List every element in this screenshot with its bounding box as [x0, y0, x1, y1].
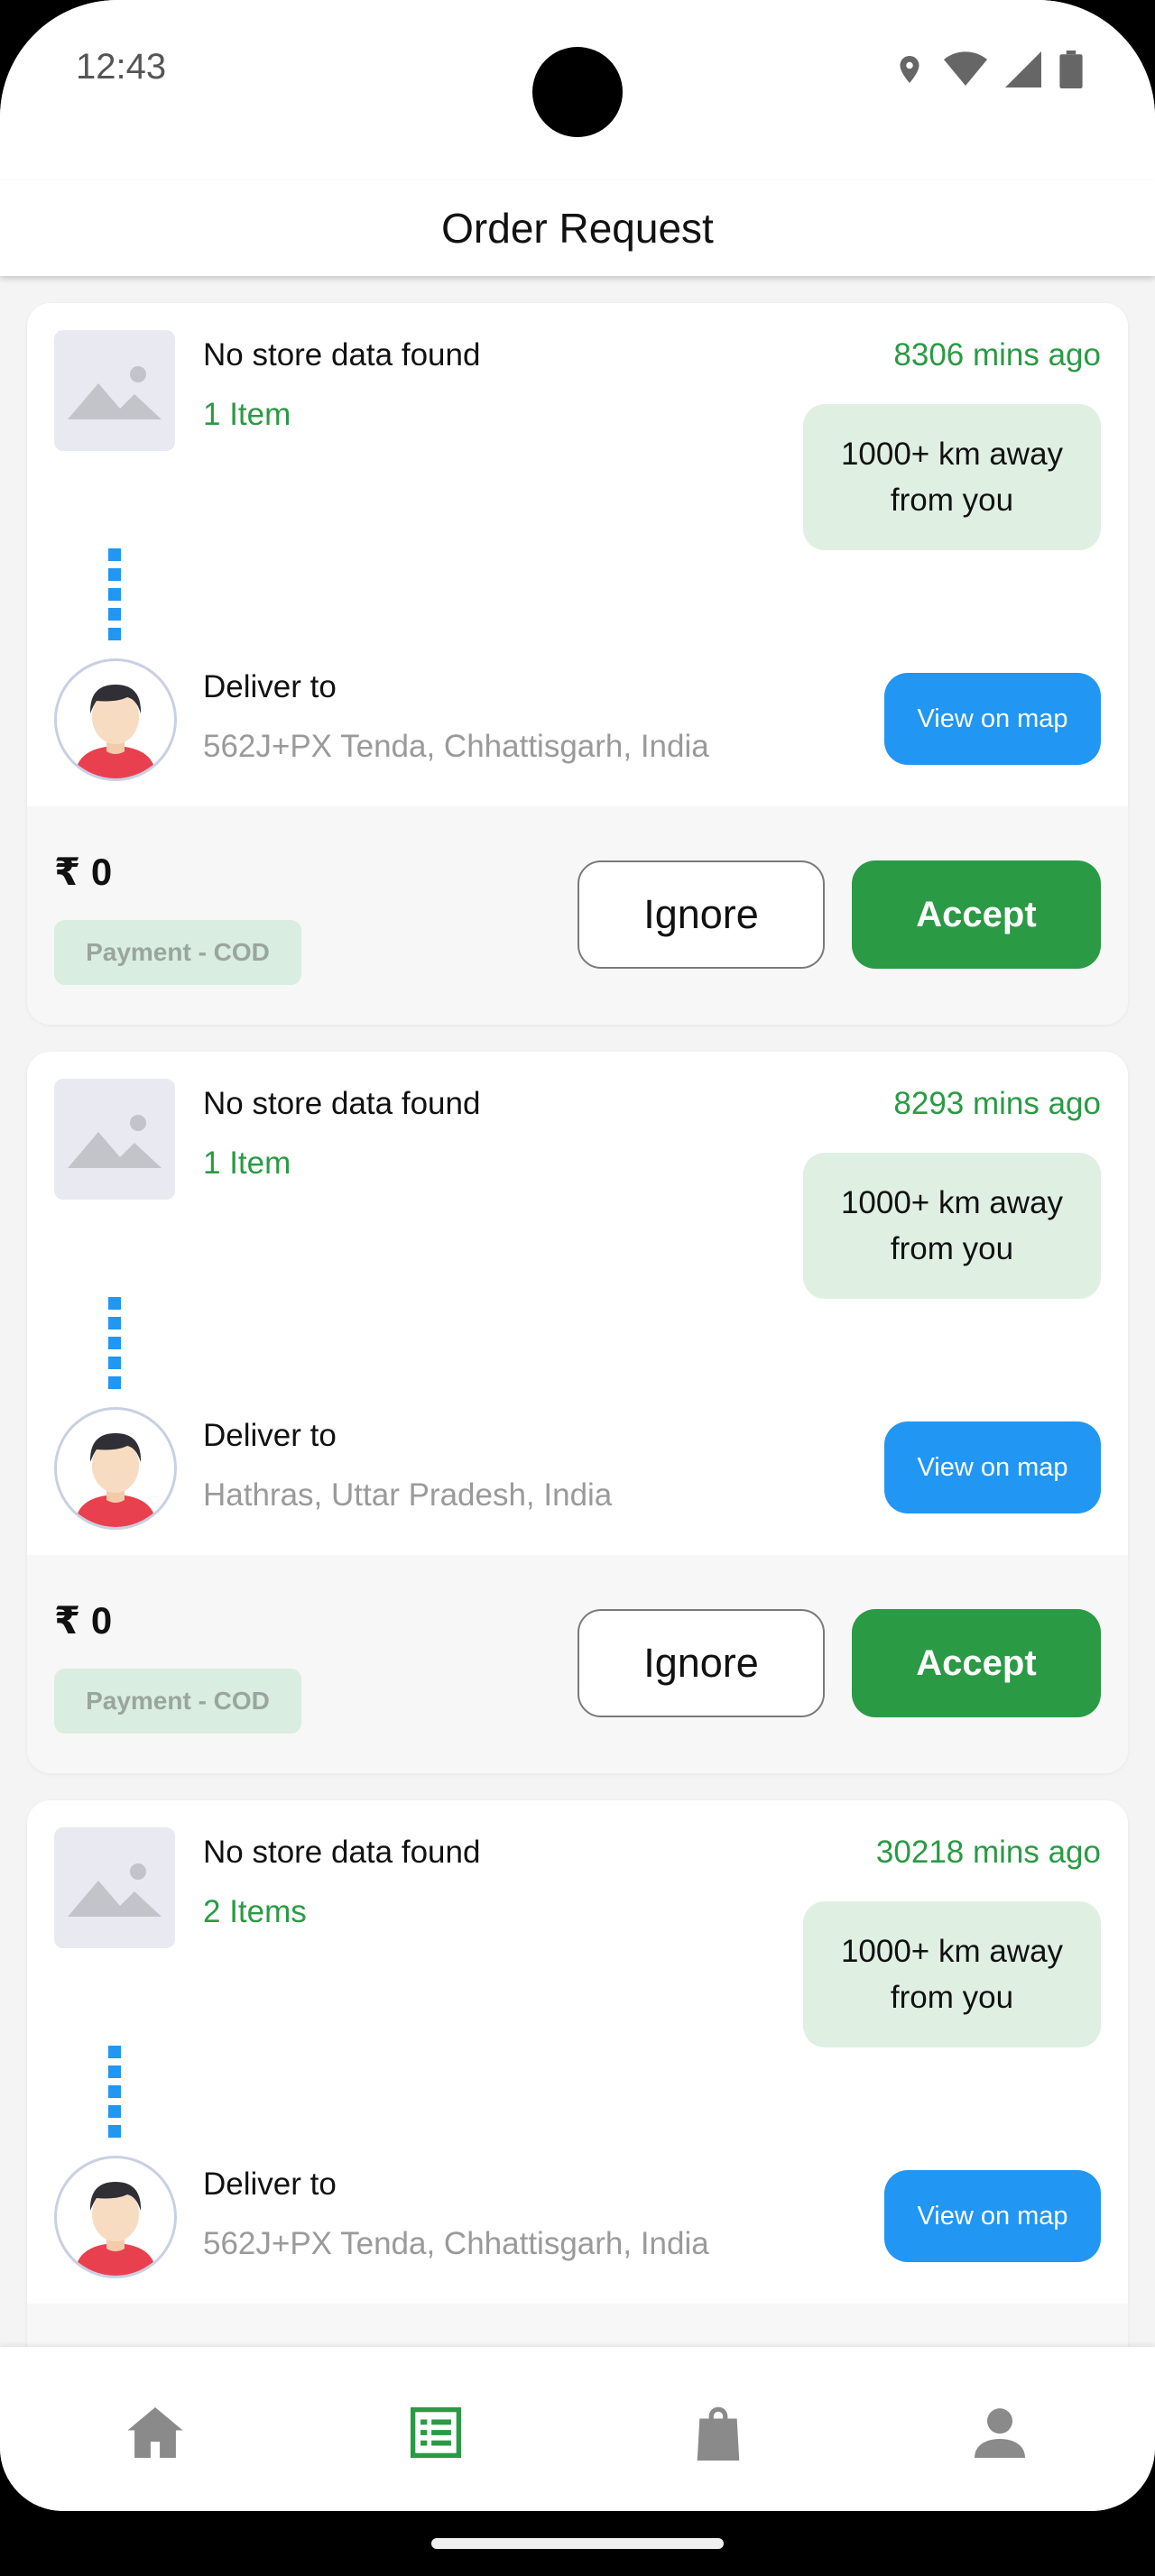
person-avatar-icon	[75, 685, 156, 778]
location-icon	[900, 56, 919, 83]
status-time: 12:43	[76, 47, 167, 87]
status-icons	[893, 51, 1083, 88]
accept-button[interactable]: Accept	[852, 860, 1101, 969]
image-placeholder-icon	[68, 1863, 162, 1917]
image-placeholder-icon	[68, 1115, 162, 1168]
item-count: 1 Item	[203, 1145, 291, 1181]
route-dotted-line	[108, 2046, 121, 2145]
orders-list-icon	[410, 2406, 462, 2459]
deliver-to-label: Deliver to	[203, 2167, 337, 2202]
store-name: No store data found	[203, 1086, 481, 1121]
view-on-map-button[interactable]: View on map	[884, 2170, 1101, 2262]
order-price: ₹ 0	[54, 851, 113, 893]
payment-method-badge: Payment - COD	[54, 1669, 301, 1734]
customer-avatar	[54, 2156, 177, 2278]
accept-button[interactable]: Accept	[852, 1609, 1101, 1717]
profile-icon	[975, 2408, 1025, 2458]
distance-badge: 1000+ km away from you	[803, 404, 1101, 550]
store-image-placeholder	[54, 1827, 175, 1948]
store-image-placeholder	[54, 1079, 175, 1200]
bottom-navigation	[0, 2347, 1155, 2511]
person-avatar-icon	[75, 1433, 156, 1527]
route-dotted-line	[108, 548, 121, 648]
order-details: No store data found 1 Item 8293 mins ago…	[27, 1052, 1128, 1555]
ignore-button[interactable]: Ignore	[578, 1609, 825, 1717]
order-price: ₹ 0	[54, 1599, 113, 1642]
shopping-bag-icon	[697, 2406, 740, 2461]
customer-avatar	[54, 658, 177, 781]
deliver-to-label: Deliver to	[203, 669, 337, 704]
order-actions	[27, 2304, 1128, 2347]
nav-home[interactable]	[124, 2401, 187, 2464]
order-details: No store data found 2 Items 30218 mins a…	[27, 1800, 1128, 2304]
route-dotted-line	[108, 1297, 121, 1396]
app-screen: 12:43 Order Request No store data found	[0, 0, 1155, 2511]
order-time-ago: 8293 mins ago	[893, 1086, 1101, 1121]
status-bar: 12:43	[0, 0, 1155, 180]
store-name: No store data found	[203, 337, 481, 373]
delivery-address: 562J+PX Tenda, Chhattisgarh, India	[203, 2226, 709, 2261]
person-avatar-icon	[75, 2182, 156, 2276]
app-bar: Order Request	[0, 180, 1155, 276]
ignore-button[interactable]: Ignore	[578, 860, 825, 969]
distance-badge: 1000+ km away from you	[803, 1153, 1101, 1299]
order-card: No store data found 1 Item 8306 mins ago…	[27, 303, 1128, 1025]
item-count: 2 Items	[203, 1894, 307, 1929]
image-placeholder-icon	[68, 366, 162, 419]
order-card: No store data found 1 Item 8293 mins ago…	[27, 1052, 1128, 1773]
nav-shop[interactable]	[687, 2401, 750, 2464]
view-on-map-button[interactable]: View on map	[884, 673, 1101, 765]
nav-orders[interactable]	[404, 2401, 467, 2464]
order-time-ago: 8306 mins ago	[893, 337, 1101, 373]
view-on-map-button[interactable]: View on map	[884, 1421, 1101, 1513]
wifi-icon	[944, 51, 987, 86]
page-title: Order Request	[441, 205, 714, 252]
store-image-placeholder	[54, 330, 175, 451]
order-card: No store data found 2 Items 30218 mins a…	[27, 1800, 1128, 2347]
item-count: 1 Item	[203, 397, 291, 432]
distance-badge: 1000+ km away from you	[803, 1901, 1101, 2047]
order-list[interactable]: No store data found 1 Item 8306 mins ago…	[0, 276, 1155, 2347]
signal-icon	[1005, 51, 1041, 87]
delivery-address: 562J+PX Tenda, Chhattisgarh, India	[203, 729, 709, 764]
home-indicator[interactable]	[431, 2538, 724, 2549]
order-details: No store data found 1 Item 8306 mins ago…	[27, 303, 1128, 806]
front-camera	[532, 47, 623, 137]
delivery-address: Hathras, Uttar Pradesh, India	[203, 1477, 613, 1513]
deliver-to-label: Deliver to	[203, 1418, 337, 1453]
order-time-ago: 30218 mins ago	[875, 1835, 1101, 1870]
nav-profile[interactable]	[968, 2401, 1031, 2464]
store-name: No store data found	[203, 1835, 481, 1870]
customer-avatar	[54, 1407, 177, 1530]
battery-icon	[1059, 51, 1083, 88]
payment-method-badge: Payment - COD	[54, 920, 301, 985]
home-icon	[127, 2407, 183, 2458]
